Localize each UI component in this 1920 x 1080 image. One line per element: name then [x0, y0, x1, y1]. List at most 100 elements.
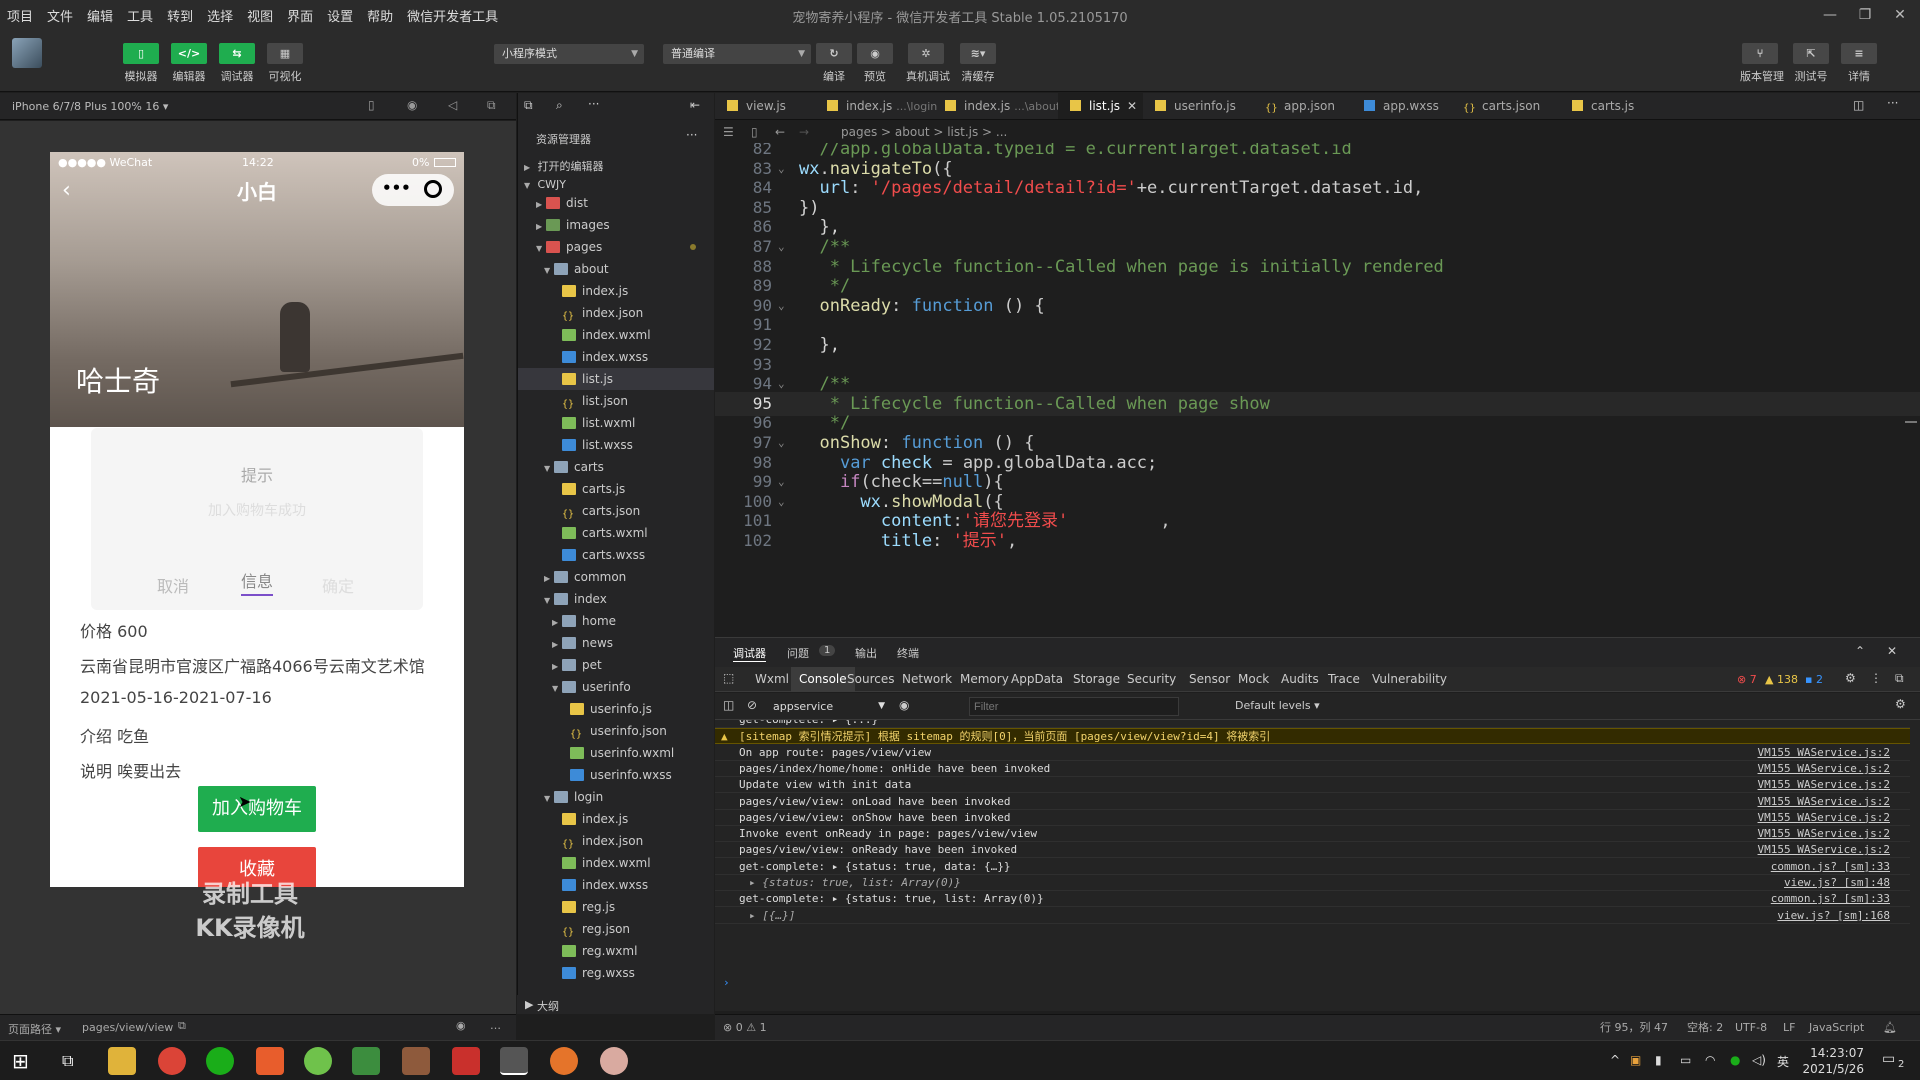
panel-tab-output[interactable]: 输出	[855, 645, 877, 661]
source-link[interactable]: VM155 WAService.js:2	[1758, 745, 1890, 761]
menu-item[interactable]: 选择	[200, 6, 240, 25]
app-icon[interactable]	[402, 1047, 430, 1075]
undock-icon[interactable]: ⧉	[1895, 671, 1904, 686]
console-row[interactable]: pages/index/home/home: onHide have been …	[715, 761, 1910, 777]
windows-start-icon[interactable]: ⊞	[12, 1049, 29, 1073]
console-row[interactable]: get-complete: ▸ {status: true, data: {…}…	[715, 859, 1910, 875]
restore-icon[interactable]: ❐	[1850, 4, 1880, 26]
folder-item[interactable]: ▶ dist	[518, 192, 714, 214]
console-row[interactable]: pages/view/view: onReady have been invok…	[715, 842, 1910, 859]
panel-tab-terminal[interactable]: 终端	[897, 645, 919, 661]
menu-item[interactable]: 设置	[320, 6, 360, 25]
code-editor[interactable]: 82 //app.globalData.typeid = e.currentTa…	[715, 143, 1920, 634]
menu-item[interactable]: 帮助	[360, 6, 400, 25]
language-status[interactable]: JavaScript	[1809, 1015, 1864, 1041]
modal-confirm-button[interactable]: 确定	[322, 573, 354, 597]
devtools-taskbar-icon[interactable]	[500, 1047, 528, 1075]
close-icon[interactable]: ✕	[1885, 4, 1915, 26]
explorer-more-icon[interactable]: ···	[686, 128, 697, 142]
device-icon[interactable]: ▯	[368, 98, 375, 112]
file-item[interactable]: carts.wxss	[518, 544, 714, 566]
file-item[interactable]: userinfo.wxss	[518, 764, 714, 786]
app-icon[interactable]	[550, 1047, 578, 1075]
file-item[interactable]: carts.js	[518, 478, 714, 500]
menu-item[interactable]: 编辑	[80, 6, 120, 25]
forward-icon[interactable]: →	[799, 121, 809, 143]
console-settings-icon[interactable]: ⚙	[1895, 697, 1906, 711]
popout-icon[interactable]: ⧉	[487, 98, 496, 113]
close-panel-icon[interactable]: ✕	[1887, 644, 1897, 658]
menu-item[interactable]: 工具	[120, 6, 160, 25]
menu-item[interactable]: 转到	[160, 6, 200, 25]
eye-icon[interactable]: ◉	[456, 1019, 466, 1032]
context-select[interactable]: appservice ▼	[769, 697, 889, 716]
eol-status[interactable]: LF	[1783, 1015, 1795, 1041]
chevron-up-icon[interactable]: ⌃	[1855, 644, 1865, 658]
bookmark-icon[interactable]: ▯	[751, 121, 758, 143]
file-item[interactable]: {} index.json	[518, 302, 714, 324]
file-item[interactable]: list.wxss	[518, 434, 714, 456]
wifi-icon[interactable]: ◠	[1705, 1053, 1715, 1067]
device-select[interactable]: iPhone 6/7/8 Plus 100% 16 ▾	[12, 100, 168, 113]
split-editor-icon[interactable]: ◫	[1853, 98, 1864, 112]
console-row[interactable]: On app route: pages/view/view VM155 WASer…	[715, 745, 1910, 761]
file-item[interactable]: {} list.json	[518, 390, 714, 412]
more-icon[interactable]: •••	[382, 179, 411, 197]
file-item[interactable]: list.js	[518, 368, 714, 390]
problems-status[interactable]: ⊗ 0 ⚠ 1	[723, 1015, 767, 1041]
devtools-tab-sources[interactable]: Sources	[839, 667, 902, 692]
file-item[interactable]: {} carts.json	[518, 500, 714, 522]
sidebar-toggle-icon[interactable]: ◫	[723, 698, 734, 712]
avatar[interactable]	[12, 38, 42, 68]
devtools-tab-appdata[interactable]: AppData	[1003, 667, 1071, 692]
add-cart-button[interactable]: 加入购物车	[198, 786, 316, 832]
editor-tab[interactable]: index.js ...\about	[933, 93, 1060, 119]
console-prompt-icon[interactable]: ›	[723, 976, 730, 989]
folder-item[interactable]: ▼ carts	[518, 456, 714, 478]
folder-item[interactable]: ▼ userinfo	[518, 676, 714, 698]
files-icon[interactable]: ⧉	[524, 98, 533, 113]
code-line[interactable]: 102 title: '提示',	[715, 529, 1920, 553]
source-link[interactable]: VM155 WAService.js:2	[1758, 794, 1890, 810]
devtools-tab-audits[interactable]: Audits	[1273, 667, 1327, 692]
collapse-icon[interactable]: ⇤	[690, 98, 700, 112]
version-mgmt-button[interactable]: ⑂ 版本管理	[1740, 43, 1784, 84]
folder-item[interactable]: ▶ pet	[518, 654, 714, 676]
inspect-icon[interactable]: ⬚	[723, 671, 734, 685]
more-icon[interactable]: …	[490, 1019, 501, 1032]
clear-cache-button[interactable]: ≋▾ 清缓存	[958, 43, 998, 84]
source-link[interactable]: VM155 WAService.js:2	[1758, 810, 1890, 826]
file-item[interactable]: reg.wxml	[518, 940, 714, 962]
menu-item[interactable]: 微信开发者工具	[400, 6, 505, 25]
tray-icon[interactable]: ▣	[1630, 1053, 1641, 1067]
tabs-more-icon[interactable]: ···	[1887, 96, 1898, 110]
editor-tab[interactable]: carts.js	[1560, 93, 1650, 119]
editor-tab[interactable]: view.js	[715, 93, 815, 119]
source-link[interactable]: VM155 WAService.js:2	[1758, 826, 1890, 842]
preview-button[interactable]: ◉ 预览	[855, 43, 895, 84]
volume-icon[interactable]: ◁	[448, 98, 457, 112]
indent-status[interactable]: 空格: 2	[1687, 1015, 1723, 1041]
file-item[interactable]: carts.wxml	[518, 522, 714, 544]
app-icon[interactable]	[352, 1047, 380, 1075]
source-link[interactable]: VM155 WAService.js:2	[1758, 761, 1890, 777]
record-icon[interactable]: ◉	[407, 98, 417, 112]
file-item[interactable]: reg.js	[518, 896, 714, 918]
gear-icon[interactable]: ⚙	[1845, 671, 1856, 685]
menu-item[interactable]: 项目	[0, 6, 40, 25]
devtools-tab-wxml[interactable]: Wxml	[747, 667, 797, 692]
app-icon[interactable]	[304, 1047, 332, 1075]
devtools-tab-network[interactable]: Network	[894, 667, 960, 692]
folder-item[interactable]: ▼ index	[518, 588, 714, 610]
file-item[interactable]: index.js	[518, 280, 714, 302]
file-item[interactable]: userinfo.js	[518, 698, 714, 720]
more-icon[interactable]: ···	[588, 97, 599, 111]
debugger-button[interactable]: ⇆ 调试器	[217, 43, 257, 84]
file-item[interactable]: {} index.json	[518, 830, 714, 852]
chrome-icon[interactable]	[158, 1047, 186, 1075]
close-target-icon[interactable]	[424, 180, 442, 198]
battery-icon[interactable]: ▭	[1680, 1053, 1691, 1067]
folder-item[interactable]: ▶ news	[518, 632, 714, 654]
file-item[interactable]: list.wxml	[518, 412, 714, 434]
console-row[interactable]: ▸ [{…}] view.js? [sm]:168	[715, 908, 1910, 924]
